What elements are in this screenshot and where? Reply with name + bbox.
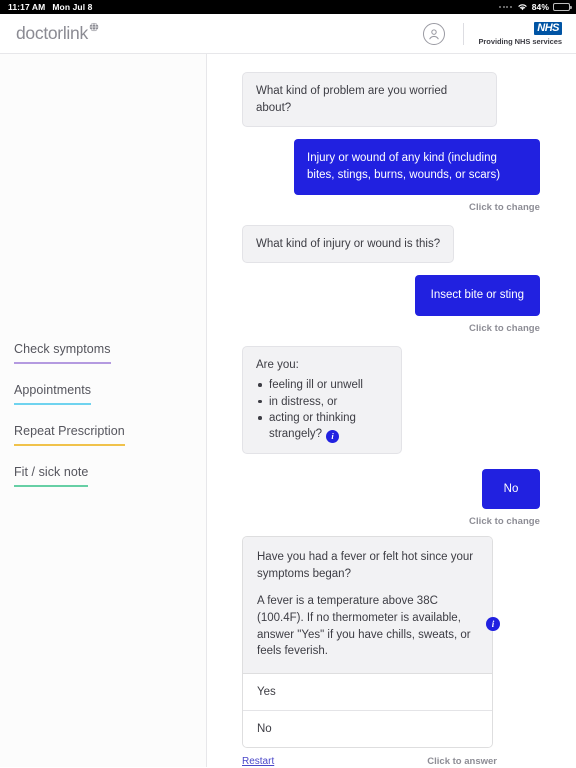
user-answer-no[interactable]: No <box>482 468 540 510</box>
click-to-change-hint: Click to change <box>469 322 540 334</box>
chat-row: Are you: feeling ill or unwell in distre… <box>242 345 540 454</box>
user-answer-insect-bite[interactable]: Insect bite or sting <box>414 275 540 316</box>
list-item: acting or thinking strangely? i <box>256 410 388 443</box>
bot-message-injury-type: What kind of injury or wound is this? <box>242 224 455 264</box>
sidebar-nav: Check symptoms Appointments Repeat Presc… <box>0 342 206 487</box>
chat-row: What kind of injury or wound is this? <box>242 224 540 264</box>
chat-row: No <box>242 468 540 510</box>
header-divider <box>463 22 465 45</box>
registered-globe-icon <box>89 22 99 32</box>
chat-footer: Restart Click to answer <box>242 756 497 767</box>
sidebar-item-appointments[interactable]: Appointments <box>14 383 92 405</box>
ios-status-bar: 11:17 AM Mon Jul 8 84% <box>0 0 576 14</box>
chat-row: Insect bite or sting <box>242 275 540 316</box>
chat-row: What kind of problem are you worried abo… <box>242 72 540 128</box>
nhs-caption: Providing NHS services <box>478 36 562 46</box>
chat-transcript: What kind of problem are you worried abo… <box>207 54 576 767</box>
signal-dots-icon <box>499 6 512 8</box>
fever-question-explainer: A fever is a temperature above 38C (100.… <box>257 595 471 658</box>
fever-question-prompt: Have you had a fever or felt hot since y… <box>257 550 474 580</box>
app-body: Check symptoms Appointments Repeat Presc… <box>0 54 576 767</box>
sidebar: Check symptoms Appointments Repeat Presc… <box>0 54 207 767</box>
account-circle-icon[interactable] <box>423 22 446 45</box>
fever-question-card: Have you had a fever or felt hot since y… <box>242 535 493 749</box>
status-bar-left: 11:17 AM Mon Jul 8 <box>8 2 92 12</box>
sidebar-item-repeat-prescription[interactable]: Repeat Prescription <box>14 424 125 446</box>
nhs-badge: NHS Providing NHS services <box>478 21 562 46</box>
brand-name: doctorlink <box>16 23 88 43</box>
info-icon[interactable]: i <box>486 616 500 631</box>
chat-row: Have you had a fever or felt hot since y… <box>242 535 540 749</box>
doctorlink-logo[interactable]: doctorlink <box>16 22 99 44</box>
list-item-label: acting or thinking strangely? <box>269 412 356 441</box>
checklist-items: feeling ill or unwell in distress, or ac… <box>256 377 388 443</box>
info-icon[interactable]: i <box>326 429 340 443</box>
restart-link[interactable]: Restart <box>242 756 274 767</box>
battery-icon <box>553 3 572 11</box>
app-header: doctorlink NHS Providing NHS services <box>0 14 576 54</box>
header-right-group: NHS Providing NHS services <box>423 21 562 46</box>
wifi-icon <box>518 4 527 11</box>
fever-question-wrapper: Have you had a fever or felt hot since y… <box>242 535 500 749</box>
bot-message-symptom-checklist: Are you: feeling ill or unwell in distre… <box>242 345 402 454</box>
click-to-change-hint: Click to change <box>469 516 540 528</box>
list-item: feeling ill or unwell <box>256 377 388 393</box>
click-to-answer-hint: Click to answer <box>427 756 497 767</box>
click-to-change-hint: Click to change <box>469 201 540 213</box>
sidebar-item-fit-sick-note[interactable]: Fit / sick note <box>14 465 89 487</box>
sidebar-item-check-symptoms[interactable]: Check symptoms <box>14 342 111 364</box>
fever-question-body: Have you had a fever or felt hot since y… <box>243 536 492 675</box>
status-bar-date: Mon Jul 8 <box>52 2 93 12</box>
battery-percent-label: 84% <box>531 2 549 12</box>
status-bar-time: 11:17 AM <box>8 2 46 12</box>
bot-message-problem-type: What kind of problem are you worried abo… <box>242 72 497 128</box>
chat-row: Injury or wound of any kind (including b… <box>242 139 540 195</box>
answer-option-yes[interactable]: Yes <box>243 674 492 711</box>
nhs-logo: NHS <box>534 21 562 36</box>
checklist-lead: Are you: <box>256 358 299 371</box>
user-answer-injury-or-wound[interactable]: Injury or wound of any kind (including b… <box>294 139 540 195</box>
answer-option-no[interactable]: No <box>243 710 492 748</box>
status-bar-right: 84% <box>499 2 572 12</box>
list-item: in distress, or <box>256 394 388 410</box>
